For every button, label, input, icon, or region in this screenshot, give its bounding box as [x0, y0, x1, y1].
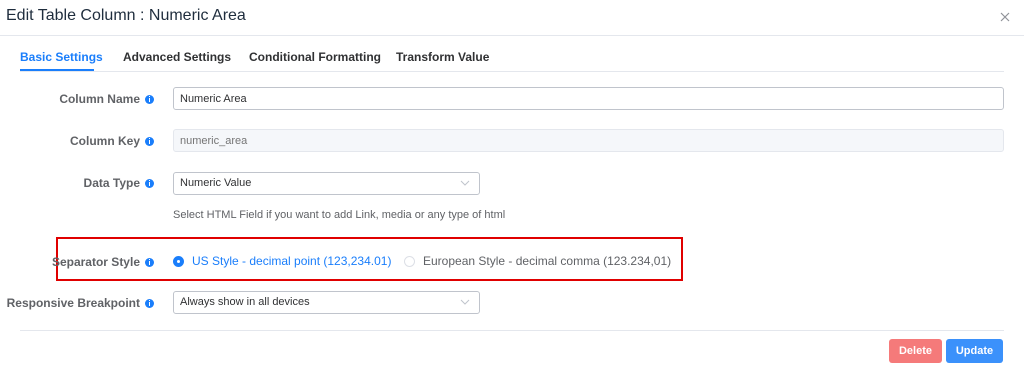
tabs-bar: Basic Settings Advanced Settings Conditi… — [20, 44, 1004, 72]
dialog-header: Edit Table Column : Numeric Area — [0, 0, 1024, 36]
data-type-help-text: Select HTML Field if you want to add Lin… — [173, 209, 506, 221]
close-button[interactable] — [994, 6, 1016, 28]
radio-european-style[interactable]: European Style - decimal comma (123.234,… — [404, 254, 671, 268]
info-icon[interactable] — [145, 136, 154, 146]
info-icon[interactable] — [145, 94, 154, 104]
radio-button-unchecked[interactable] — [404, 255, 415, 267]
column-key-input — [173, 129, 1004, 152]
column-key-label: Column Key — [70, 133, 154, 149]
separator-style-label: Separator Style — [52, 254, 154, 270]
responsive-breakpoint-selected: Always show in all devices — [180, 296, 310, 308]
info-icon[interactable] — [145, 298, 154, 308]
data-type-label: Data Type — [84, 175, 154, 191]
chevron-down-icon — [460, 299, 470, 305]
close-icon — [1000, 12, 1010, 22]
active-tab-indicator — [20, 69, 94, 71]
dialog-title: Edit Table Column : Numeric Area — [6, 7, 246, 24]
tab-transform-value[interactable]: Transform Value — [396, 50, 489, 64]
radio-us-style-label: US Style - decimal point (123,234.01) — [192, 254, 392, 268]
responsive-breakpoint-label: Responsive Breakpoint — [7, 295, 154, 311]
radio-european-style-label: European Style - decimal comma (123.234,… — [423, 254, 672, 268]
info-icon[interactable] — [145, 257, 154, 267]
column-name-input[interactable] — [173, 87, 1004, 110]
tab-conditional-formatting[interactable]: Conditional Formatting — [249, 50, 381, 64]
data-type-selected: Numeric Value — [180, 177, 252, 189]
footer-divider — [20, 330, 1004, 331]
radio-button-checked[interactable] — [173, 255, 184, 267]
data-type-select[interactable]: Numeric Value — [173, 172, 480, 195]
radio-us-style[interactable]: US Style - decimal point (123,234.01) — [173, 254, 391, 268]
responsive-breakpoint-select[interactable]: Always show in all devices — [173, 291, 480, 314]
column-name-label: Column Name — [59, 91, 154, 107]
delete-button[interactable]: Delete — [889, 339, 942, 363]
info-icon[interactable] — [145, 178, 154, 188]
tab-advanced-settings[interactable]: Advanced Settings — [123, 50, 231, 64]
tab-basic-settings[interactable]: Basic Settings — [20, 50, 103, 64]
chevron-down-icon — [460, 180, 470, 186]
update-button[interactable]: Update — [946, 339, 1003, 363]
